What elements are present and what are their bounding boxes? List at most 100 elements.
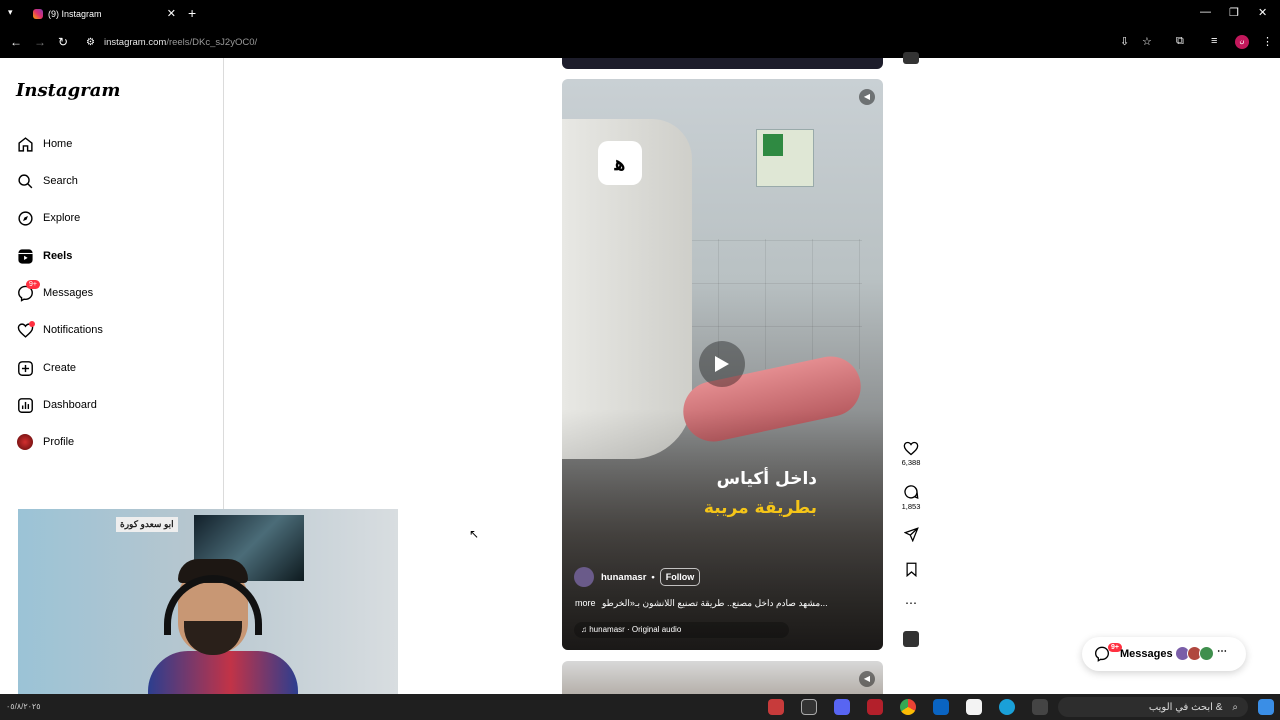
messages-badge: 9+ [26,280,40,289]
like-button[interactable]: 6,388 [899,441,923,467]
send-icon [903,527,919,542]
chrome-icon[interactable] [900,699,916,715]
sidebar-item-create[interactable]: Create [16,356,76,380]
messages-widget[interactable]: 9+ Messages ⋯ [1082,637,1246,671]
search-icon: ⌕ [1232,701,1238,713]
bookmark-icon [906,562,916,577]
previous-reel-audio-thumb[interactable] [903,52,919,64]
taskbar-search[interactable]: ابحث في الويب & ⌕ [1058,697,1248,717]
more-link[interactable]: more [575,598,596,608]
outlook-icon[interactable] [933,699,949,715]
chart-icon [16,396,34,414]
save-button[interactable] [899,562,923,577]
taskbar-clock: ٠٥/٨/٢٠٢٥ [6,702,41,711]
home-icon [16,135,34,153]
install-app-icon[interactable]: ⇩ [1120,35,1129,48]
comment-button[interactable]: 1,853 [899,484,923,511]
audio-attribution[interactable]: ♫ hunamasr · Original audio [574,622,789,638]
video-background [672,239,862,369]
tab-close-icon[interactable]: ✕ [167,7,176,20]
conversation-avatars: ⋯ [1175,646,1227,661]
restore-icon[interactable]: ❐ [1229,6,1239,19]
sidebar-item-dashboard[interactable]: Dashboard [16,393,97,417]
taskbar-app-icon[interactable] [768,699,784,715]
follow-button[interactable]: Follow [659,568,701,586]
tab-title: (9) Instagram [48,9,102,19]
publisher-logo: ﮬ [598,141,642,185]
media-controls-icon[interactable]: ≡ [1211,35,1217,47]
video-caption-line2: بطريقة مريبة [703,498,817,518]
instagram-logo[interactable]: Instagram [16,80,120,101]
search-icon [16,172,34,190]
sidebar-item-messages[interactable]: 9+ Messages [16,280,94,305]
sidebar-item-notifications[interactable]: Notifications [16,318,103,342]
minimize-icon[interactable]: — [1200,6,1211,18]
share-button[interactable] [899,527,923,542]
sidebar-item-label: Home [43,138,73,150]
sidebar-item-search[interactable]: Search [16,169,78,193]
sidebar-item-label: Reels [43,250,73,262]
more-dots-icon: ⋯ [1217,646,1227,657]
forward-icon[interactable]: → [34,35,46,49]
next-reel-mute-icon[interactable]: ◀ [859,671,875,687]
comment-count: 1,853 [901,502,921,511]
bookmark-star-icon[interactable]: ☆ [1142,35,1152,48]
address-bar-row: ← → ↻ ⚙ instagram.com/reels/DKc_sJ2yOC0/… [0,28,1280,58]
avatar [1199,646,1214,661]
heart-icon [16,321,35,339]
sidebar-item-home[interactable]: Home [16,132,72,156]
author-avatar[interactable] [574,567,594,587]
music-note-icon: ♫ [581,625,590,634]
task-view-icon[interactable] [1032,699,1048,715]
audio-thumbnail[interactable] [903,631,919,647]
taskbar-app-icon[interactable] [867,699,883,715]
messages-widget-label: Messages [1120,648,1173,660]
video-caption-line1: داخل أكياس [716,469,817,489]
window-close-icon[interactable]: ✕ [1258,6,1267,19]
url-host: instagram.com [104,37,167,48]
browser-menu-icon[interactable]: ⋮ [1262,35,1273,48]
sidebar-item-explore[interactable]: Explore [16,206,80,230]
sidebar-item-label: Messages [43,287,94,299]
notification-dot [29,321,35,327]
site-info-icon[interactable]: ⚙ [86,37,95,48]
url-field[interactable]: instagram.com/reels/DKc_sJ2yOC0/ [104,37,257,48]
next-reel[interactable]: ◀ [562,661,883,694]
back-icon[interactable]: ← [10,35,22,49]
reel-description: more مشهد صادم داخل مصنع.. طريقة تصنيع ا… [575,598,875,609]
avatar-icon [16,433,34,451]
play-icon [715,356,729,372]
browser-tab[interactable]: (9) Instagram ✕ [24,3,180,25]
webcam-streamer [148,555,298,708]
sidebar-item-reels[interactable]: Reels [16,244,72,268]
sidebar-item-label: Create [43,362,77,374]
reel-author: hunamasr • Follow [574,567,701,587]
reels-icon [16,247,34,265]
windows-start-icon[interactable] [1258,699,1274,715]
play-button[interactable] [699,341,745,387]
sidebar-item-profile[interactable]: Profile [16,430,74,454]
sidebar-item-label: Profile [43,436,75,448]
sidebar-item-label: Dashboard [43,399,97,411]
instagram-favicon-icon [33,9,43,19]
webcam-sign: ابو سعدو كورة [116,517,178,532]
taskbar-app-icon[interactable] [801,699,817,715]
new-tab-icon[interactable]: + [188,5,196,21]
discord-icon[interactable] [834,699,850,715]
description-text: مشهد صادم داخل مصنع.. طريقة تصنيع اللانش… [602,598,828,608]
reel-video[interactable]: ﮬ ◀ داخل أكياس بطريقة مريبة hunamasr • F… [562,79,883,650]
previous-reel[interactable] [562,58,883,69]
video-exit-sign [756,129,814,187]
author-username[interactable]: hunamasr [601,572,646,583]
tab-search-menu-icon[interactable]: ▾ [8,7,13,18]
store-icon[interactable] [966,699,982,715]
edge-icon[interactable] [999,699,1015,715]
browser-profile-avatar[interactable]: ن [1235,35,1249,49]
extensions-icon[interactable]: ⧉ [1176,35,1184,48]
browser-tab-bar: ▾ (9) Instagram ✕ + — ❐ ✕ [0,0,1280,28]
reload-icon[interactable]: ↻ [58,35,68,49]
more-options-icon[interactable]: ⋯ [899,596,923,610]
mute-icon[interactable]: ◀ [859,89,875,105]
url-path: /reels/DKc_sJ2yOC0/ [166,37,258,48]
comment-icon [904,485,919,500]
